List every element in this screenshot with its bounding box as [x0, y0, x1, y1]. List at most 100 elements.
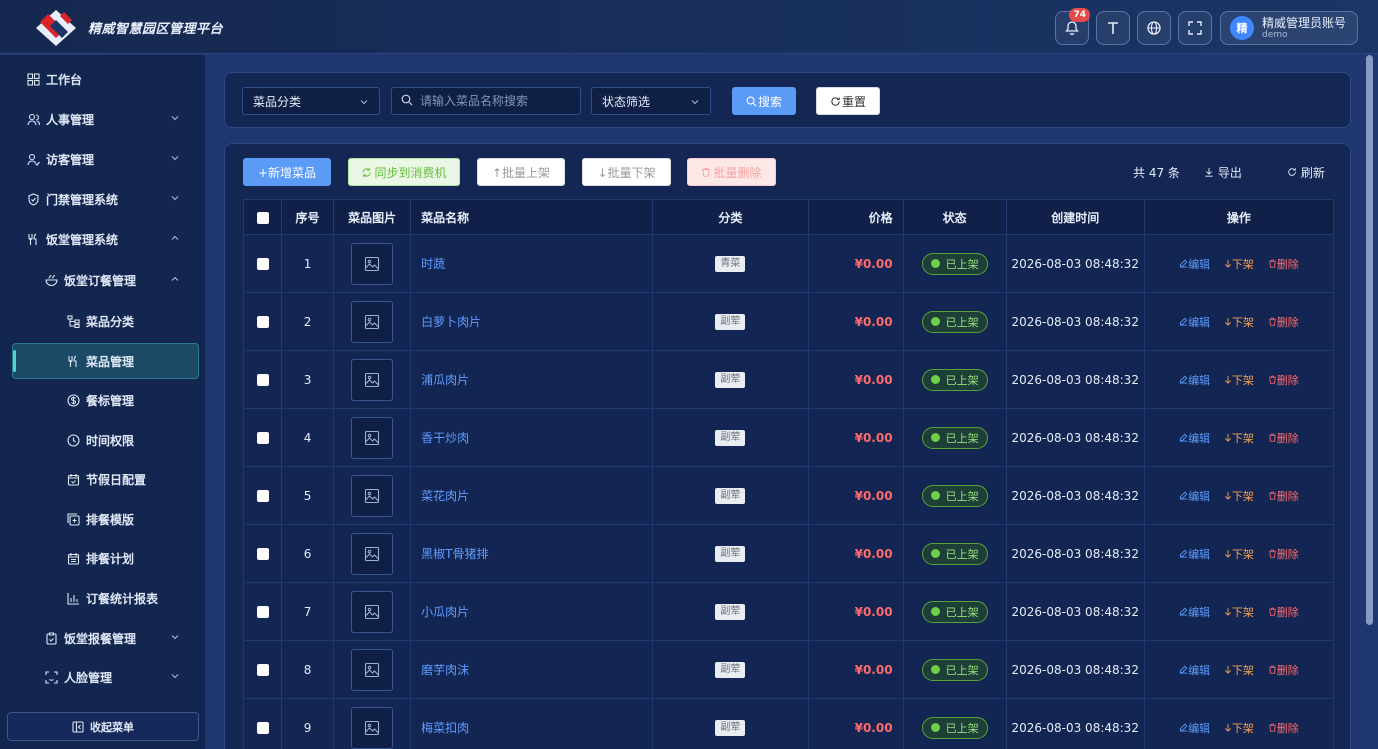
row-checkbox[interactable]: [256, 316, 269, 328]
dish-search-input[interactable]: 请输入菜品名称搜索: [391, 87, 581, 115]
sidebar-item-access[interactable]: 门禁管理系统: [0, 179, 206, 219]
select-all-cell[interactable]: [242, 199, 283, 235]
main-scrollbar[interactable]: [1366, 55, 1373, 625]
delete-button[interactable]: 删除: [1268, 432, 1299, 445]
row-checkbox[interactable]: [256, 258, 269, 270]
unpublish-button[interactable]: 下架: [1224, 316, 1254, 329]
dish-image-placeholder[interactable]: [351, 358, 394, 401]
fullscreen-button[interactable]: [1178, 11, 1212, 45]
sidebar-item-workbench[interactable]: 工作台: [0, 59, 206, 99]
sidebar-item-canteen[interactable]: 饭堂管理系统: [0, 219, 206, 259]
dish-image-placeholder[interactable]: [351, 706, 394, 749]
dish-image-placeholder[interactable]: [351, 648, 394, 691]
row-checkbox[interactable]: [256, 722, 269, 734]
row-checkbox[interactable]: [256, 664, 269, 676]
unpublish-button[interactable]: 下架: [1224, 722, 1254, 735]
search-button[interactable]: 搜索: [732, 87, 796, 115]
notification-button[interactable]: 74: [1055, 8, 1090, 45]
edit-button[interactable]: 编辑: [1179, 490, 1210, 503]
batch-publish-button[interactable]: ↑批量上架: [477, 158, 565, 186]
edit-button[interactable]: 编辑: [1179, 316, 1210, 329]
sidebar-item-order-mgmt[interactable]: 饭堂订餐管理: [0, 260, 206, 300]
row-select-cell[interactable]: [242, 698, 283, 749]
edit-button[interactable]: 编辑: [1179, 258, 1210, 271]
dish-name-link[interactable]: 白萝卜肉片: [421, 315, 481, 329]
unpublish-button[interactable]: 下架: [1224, 548, 1254, 561]
dish-name-link[interactable]: 菜花肉片: [421, 489, 469, 503]
sidebar-item-holiday[interactable]: 节假日配置: [0, 459, 206, 499]
sidebar-item-meal-standard[interactable]: 餐标管理: [0, 380, 206, 420]
batch-delete-button[interactable]: 批量删除: [687, 158, 776, 186]
row-checkbox[interactable]: [256, 432, 269, 444]
edit-button[interactable]: 编辑: [1179, 606, 1210, 619]
row-select-cell[interactable]: [242, 466, 283, 525]
batch-unpublish-button[interactable]: ↓批量下架: [582, 158, 671, 186]
row-select-cell[interactable]: [242, 292, 283, 351]
dish-image-placeholder[interactable]: [351, 242, 394, 285]
sidebar-item-hr[interactable]: 人事管理: [0, 99, 206, 139]
row-checkbox[interactable]: [256, 374, 269, 386]
row-select-cell[interactable]: [242, 524, 283, 583]
delete-button[interactable]: 删除: [1268, 548, 1299, 561]
sidebar-item-dish-mgmt[interactable]: 菜品管理: [0, 341, 206, 381]
dish-image-placeholder[interactable]: [351, 590, 394, 633]
sidebar-item-meal-template[interactable]: 排餐模版: [0, 499, 206, 539]
status-select[interactable]: 状态筛选: [591, 87, 711, 115]
delete-button[interactable]: 删除: [1268, 374, 1299, 387]
dish-name-link[interactable]: 香干炒肉: [421, 431, 469, 445]
unpublish-button[interactable]: 下架: [1224, 664, 1254, 677]
dish-image-placeholder[interactable]: [351, 416, 394, 459]
sidebar-item-meal-report[interactable]: 饭堂报餐管理: [0, 618, 206, 658]
dish-image-placeholder[interactable]: [351, 532, 394, 575]
dish-name-link[interactable]: 时蔬: [421, 257, 445, 271]
dish-image-placeholder[interactable]: [351, 300, 394, 343]
delete-button[interactable]: 删除: [1268, 490, 1299, 503]
row-checkbox[interactable]: [256, 548, 269, 560]
add-dish-button[interactable]: +新增菜品: [243, 158, 331, 186]
unpublish-button[interactable]: 下架: [1224, 490, 1254, 503]
sidebar-item-time-permission[interactable]: 时间权限: [0, 420, 206, 460]
refresh-button[interactable]: 刷新: [1287, 164, 1325, 181]
unpublish-button[interactable]: 下架: [1224, 258, 1254, 271]
delete-button[interactable]: 删除: [1268, 258, 1299, 271]
dish-name-link[interactable]: 黑椒T骨猪排: [421, 547, 488, 561]
delete-button[interactable]: 删除: [1268, 606, 1299, 619]
edit-button[interactable]: 编辑: [1179, 722, 1210, 735]
dish-name-link[interactable]: 磨芋肉沫: [421, 663, 469, 677]
row-checkbox[interactable]: [256, 490, 269, 502]
sidebar-item-meal-plan[interactable]: 排餐计划: [0, 538, 206, 578]
category-select[interactable]: 菜品分类: [242, 87, 380, 115]
dish-name-link[interactable]: 梅菜扣肉: [421, 721, 469, 735]
user-menu[interactable]: 精 精威管理员账号 demo: [1220, 11, 1358, 45]
edit-button[interactable]: 编辑: [1179, 432, 1210, 445]
dish-name-link[interactable]: 小瓜肉片: [421, 605, 469, 619]
sidebar-item-order-report[interactable]: 订餐统计报表: [0, 578, 206, 618]
row-select-cell[interactable]: [242, 640, 283, 699]
select-all-checkbox[interactable]: [256, 211, 269, 224]
language-button[interactable]: [1137, 11, 1171, 45]
collapse-menu-button[interactable]: 收起菜单: [7, 712, 199, 741]
row-select-cell[interactable]: [242, 582, 283, 641]
font-size-button[interactable]: [1096, 11, 1130, 45]
dish-image-placeholder[interactable]: [351, 474, 394, 517]
delete-button[interactable]: 删除: [1268, 316, 1299, 329]
unpublish-button[interactable]: 下架: [1224, 374, 1254, 387]
delete-button[interactable]: 删除: [1268, 664, 1299, 677]
sidebar-item-visitor[interactable]: 访客管理: [0, 139, 206, 179]
dish-name-link[interactable]: 浦瓜肉片: [421, 373, 469, 387]
edit-button[interactable]: 编辑: [1179, 664, 1210, 677]
row-select-cell[interactable]: [242, 234, 283, 293]
unpublish-button[interactable]: 下架: [1224, 606, 1254, 619]
row-checkbox[interactable]: [256, 606, 269, 618]
sync-to-pos-button[interactable]: 同步到消费机: [348, 158, 460, 186]
sidebar-item-face[interactable]: 人脸管理: [0, 657, 206, 697]
row-select-cell[interactable]: [242, 408, 283, 467]
sidebar-item-dish-category[interactable]: 菜品分类: [0, 301, 206, 341]
delete-button[interactable]: 删除: [1268, 722, 1299, 735]
export-button[interactable]: 导出: [1204, 164, 1242, 181]
edit-button[interactable]: 编辑: [1179, 374, 1210, 387]
edit-button[interactable]: 编辑: [1179, 548, 1210, 561]
reset-button[interactable]: 重置: [816, 87, 880, 115]
unpublish-button[interactable]: 下架: [1224, 432, 1254, 445]
row-select-cell[interactable]: [242, 350, 283, 409]
